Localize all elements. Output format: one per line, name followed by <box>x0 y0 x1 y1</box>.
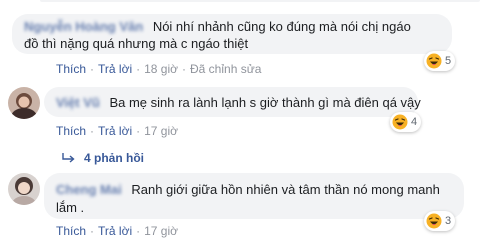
comment-text: Nói nhí nhảnh cũng ko đúng mà nói chị ng… <box>152 19 411 34</box>
comment-bubble: Nguyễn Hoàng Vân Nói nhí nhảnh cũng ko đ… <box>12 14 452 54</box>
reply-arrow-icon <box>62 153 75 163</box>
laughing-emoji-icon <box>426 53 442 69</box>
like-link[interactable]: Thích <box>56 62 86 76</box>
comment-text: Ba mẹ sinh ra lành lạnh s giờ thành gì m… <box>109 95 421 110</box>
edited-label[interactable]: Đã chỉnh sửa <box>190 62 261 76</box>
like-link[interactable]: Thích <box>56 124 86 138</box>
like-link[interactable]: Thích <box>56 224 86 238</box>
avatar[interactable] <box>8 87 40 119</box>
comment-bubble: Cheng Mai Ranh giới giữa hồn nhiên và tâ… <box>44 173 464 219</box>
comment-author[interactable]: Nguyễn Hoàng Vân <box>24 19 143 34</box>
comment-actions: Thích · Trả lời · 17 giờ <box>56 124 178 138</box>
timestamp[interactable]: 17 giờ <box>144 224 178 238</box>
comment-actions: Thích · Trả lời · 18 giờ · Đã chỉnh sửa <box>56 62 262 76</box>
reaction-count: 5 <box>445 55 452 67</box>
reaction-summary[interactable]: 4 <box>390 112 422 132</box>
comment-author[interactable]: Việt Vũ <box>56 95 100 110</box>
comment-text-continued: đồ thì nặng quá nhưng mà c ngáo thiệt <box>24 36 249 51</box>
avatar[interactable] <box>8 173 40 205</box>
view-replies-label[interactable]: 4 phản hồi <box>84 151 144 165</box>
view-replies-link[interactable]: 4 phản hồi <box>62 151 144 165</box>
comment-text: Ranh giới giữa hồn nhiên và tâm thần nó … <box>131 182 440 197</box>
previous-comment-bubble-edge <box>40 0 480 2</box>
reaction-count: 3 <box>445 215 452 227</box>
laughing-emoji-icon <box>426 213 442 229</box>
reaction-summary[interactable]: 5 <box>424 51 456 71</box>
reaction-summary[interactable]: 3 <box>424 211 456 231</box>
reaction-count: 4 <box>411 116 418 128</box>
comment-text-continued: lắm . <box>56 200 85 215</box>
reply-link[interactable]: Trả lời <box>98 62 132 76</box>
comment-author[interactable]: Cheng Mai <box>56 182 122 197</box>
reply-link[interactable]: Trả lời <box>98 224 132 238</box>
comment-bubble: Việt Vũ Ba mẹ sinh ra lành lạnh s giờ th… <box>44 87 421 117</box>
comment-actions: Thích · Trả lời · 17 giờ <box>56 224 178 238</box>
laughing-emoji-icon <box>392 114 408 130</box>
timestamp[interactable]: 18 giờ <box>144 62 178 76</box>
timestamp[interactable]: 17 giờ <box>144 124 178 138</box>
reply-link[interactable]: Trả lời <box>98 124 132 138</box>
